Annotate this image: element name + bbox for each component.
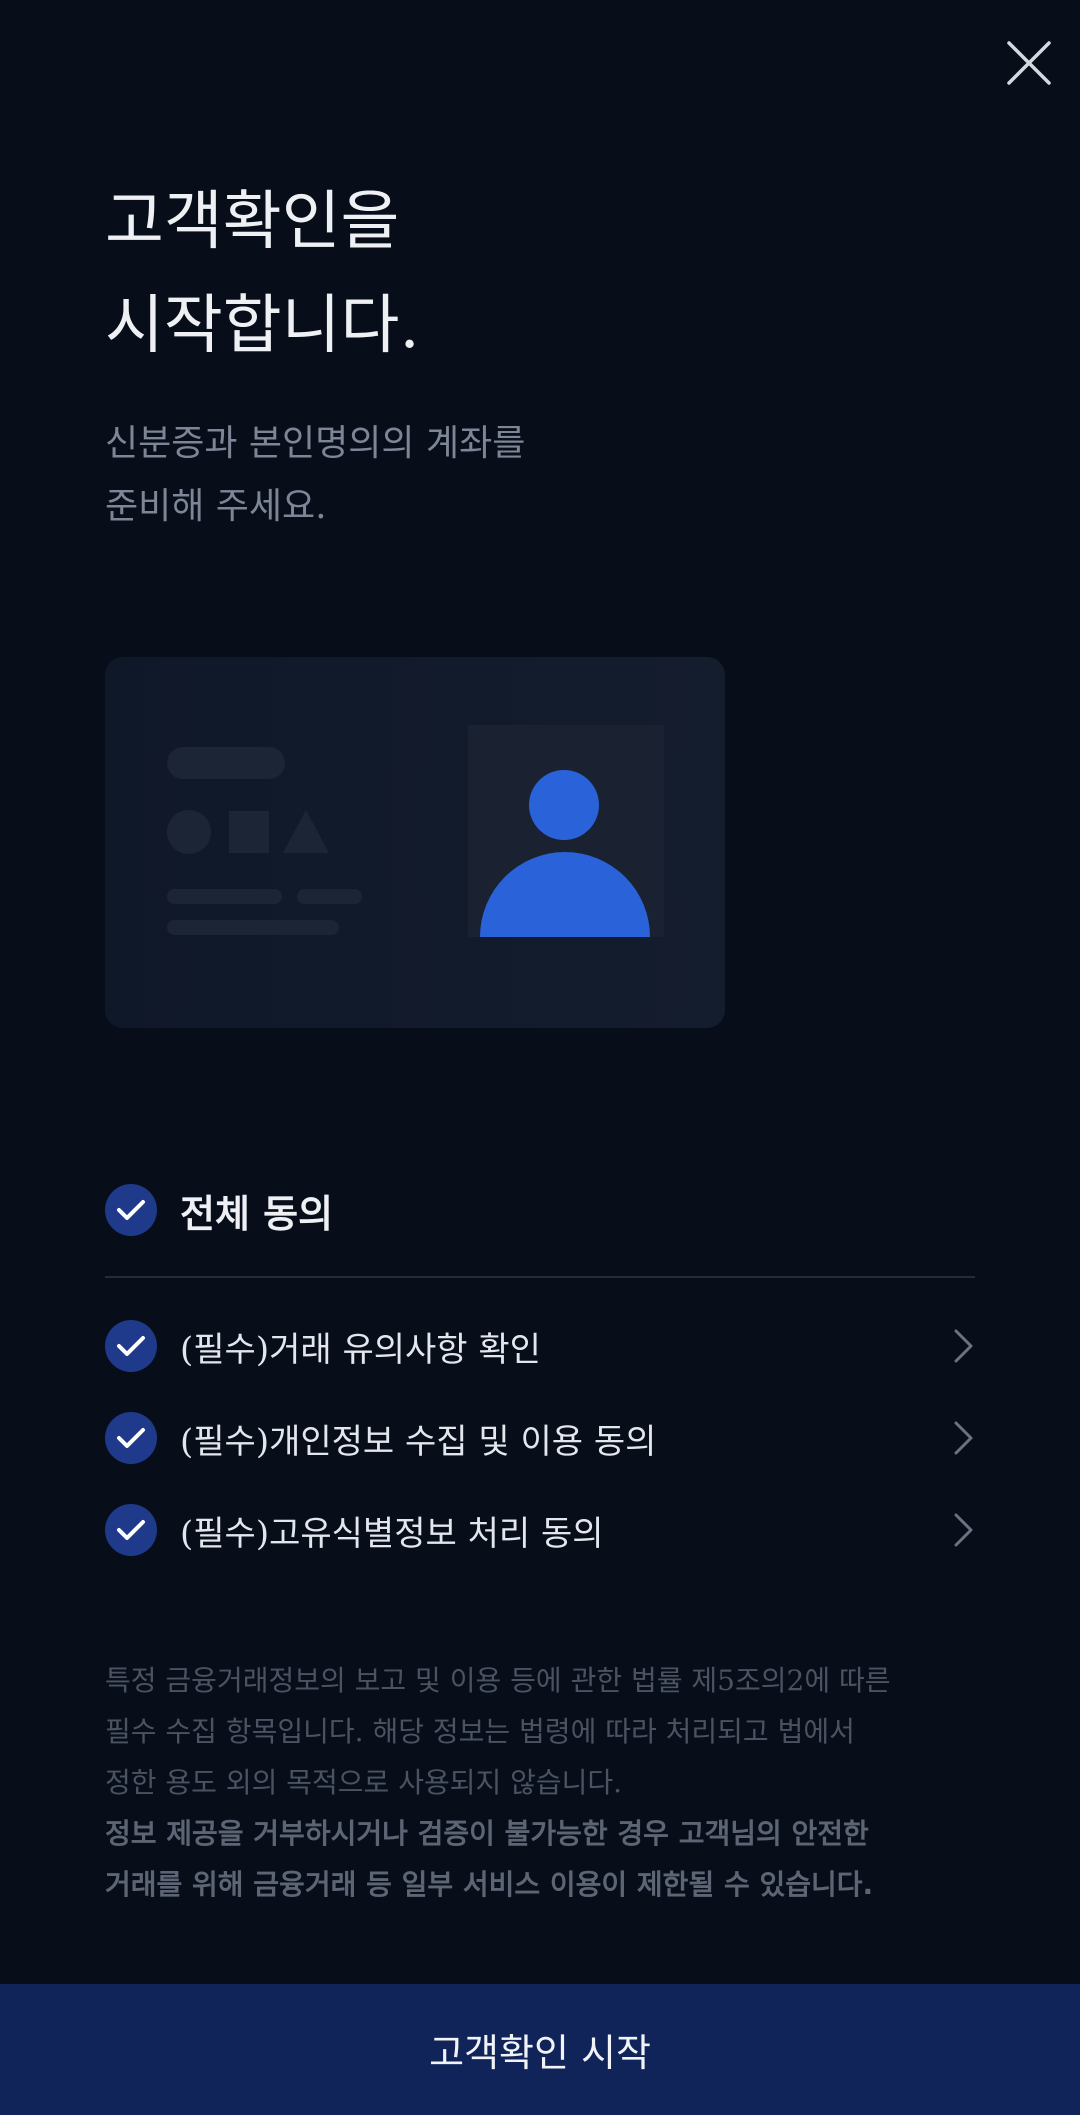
check-circle-icon[interactable] [105,1504,157,1556]
notice-line: 특정 금융거래정보의 보고 및 이용 등에 관한 법률 제5조의2에 따른 [105,1664,891,1697]
agree-all-label: 전체 동의 [180,1191,334,1236]
terms-item-label: (필수)개인정보 수집 및 이용 동의 [180,1421,657,1462]
start-verification-label: 고객확인 시작 [429,2031,651,2075]
photo-placeholder [468,725,664,937]
agree-all-toggle[interactable]: 전체 동의 [105,1183,333,1237]
divider [105,1276,975,1278]
subtitle-line-2: 준비해 주세요. [105,486,327,527]
page-subtitle: 신분증과 본인명의의 계좌를 준비해 주세요. [105,412,525,538]
start-verification-button[interactable]: 고객확인 시작 [0,1984,1080,2115]
customer-verification-screen: 고객확인을 시작합니다. 신분증과 본인명의의 계좌를 준비해 주세요. 전체 … [0,0,1080,2115]
legal-notice: 특정 금융거래정보의 보고 및 이용 등에 관한 법률 제5조의2에 따른 필수… [105,1655,980,1910]
person-avatar-icon [480,770,650,937]
chevron-right-icon[interactable] [953,1328,975,1364]
id-card-illustration [105,657,725,1028]
title-line-1: 고객확인을 [105,185,400,259]
notice-warning-line: 정보 제공을 거부하시거나 검증이 불가능한 경우 고객님의 안전한 [105,1817,869,1850]
card-name-bar [167,747,285,779]
notice-line: 필수 수집 항목입니다. 해당 정보는 법령에 따라 처리되고 법에서 [105,1715,855,1748]
terms-item-unique-id-consent[interactable]: (필수)고유식별정보 처리 동의 [105,1503,975,1557]
card-line-bar [297,889,362,904]
shapes-icon [167,810,329,854]
check-circle-icon [105,1184,157,1236]
close-button[interactable] [1003,37,1055,89]
card-line-bar [167,889,282,904]
title-line-2: 시작합니다. [105,289,420,363]
notice-warning-line: 거래를 위해 금융거래 등 일부 서비스 이용이 제한될 수 있습니다. [105,1868,874,1901]
chevron-right-icon[interactable] [953,1512,975,1548]
terms-item-label: (필수)거래 유의사항 확인 [180,1329,541,1370]
terms-item-transaction-notice[interactable]: (필수)거래 유의사항 확인 [105,1319,975,1373]
page-title: 고객확인을 시작합니다. [105,170,420,378]
chevron-right-icon[interactable] [953,1420,975,1456]
notice-line: 정한 용도 외의 목적으로 사용되지 않습니다. [105,1766,623,1799]
check-circle-icon[interactable] [105,1412,157,1464]
close-icon [1007,41,1051,85]
terms-item-label: (필수)고유식별정보 처리 동의 [180,1513,604,1554]
check-circle-icon[interactable] [105,1320,157,1372]
card-line-bar [167,920,339,935]
subtitle-line-1: 신분증과 본인명의의 계좌를 [105,423,526,464]
terms-item-privacy-consent[interactable]: (필수)개인정보 수집 및 이용 동의 [105,1411,975,1465]
